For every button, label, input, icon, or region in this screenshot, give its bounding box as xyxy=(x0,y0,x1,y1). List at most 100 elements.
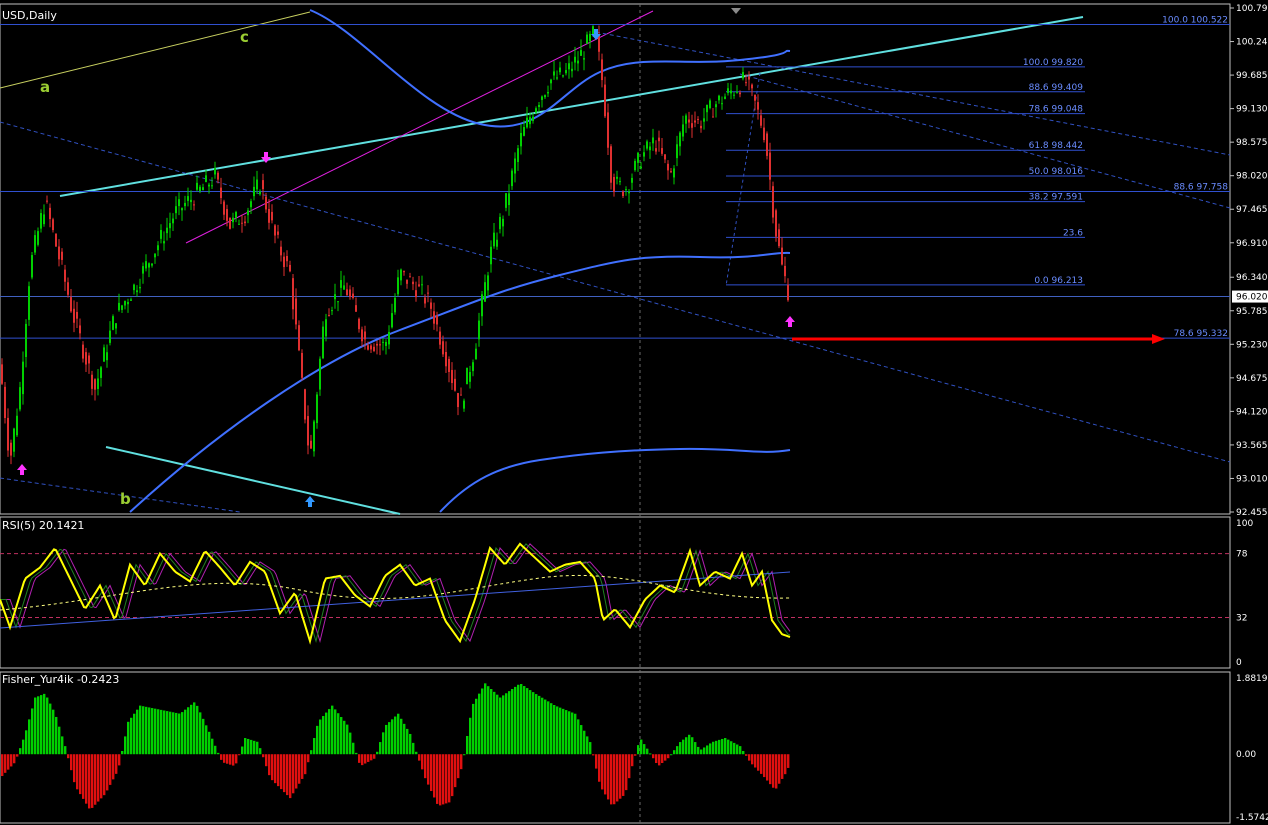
fisher-bar xyxy=(472,703,475,755)
candle-body xyxy=(550,79,552,84)
candle-body xyxy=(586,34,588,44)
candle-body xyxy=(607,112,609,148)
candle-body xyxy=(526,117,528,128)
candle-body xyxy=(574,56,576,63)
candle-body xyxy=(34,235,36,253)
candle-body xyxy=(730,90,732,94)
fisher-bar xyxy=(277,754,280,787)
candle-body xyxy=(475,348,477,360)
candle-body xyxy=(76,311,78,319)
fisher-bar xyxy=(406,728,409,755)
candle-body xyxy=(1,364,3,384)
fisher-bar xyxy=(520,684,523,755)
fisher-bar xyxy=(13,754,16,764)
candle-body xyxy=(448,358,450,372)
fisher-bar xyxy=(46,697,49,755)
candle-body xyxy=(715,104,717,108)
fisher-bar xyxy=(145,706,148,755)
fisher-bar xyxy=(355,752,358,755)
candle-body xyxy=(559,67,561,73)
candle-body xyxy=(613,177,615,192)
candle-body xyxy=(685,115,687,124)
fisher-bar xyxy=(184,709,187,755)
chart-title: USD,Daily xyxy=(2,9,57,22)
fisher-bar xyxy=(97,754,100,802)
fisher-bar xyxy=(658,754,661,766)
candle-body xyxy=(244,221,246,224)
candle-body xyxy=(40,213,42,229)
fisher-bar xyxy=(499,697,502,755)
candle-body xyxy=(94,379,96,390)
fisher-bar xyxy=(571,712,574,755)
candle-body xyxy=(772,186,774,218)
candle-body xyxy=(637,152,639,163)
candle-body xyxy=(277,231,279,235)
chart-canvas[interactable]: 100.0 100.522 100.0 99.820 88.6 99.409 78.6… xyxy=(0,0,1268,825)
fisher-bar xyxy=(28,719,31,755)
candle-body xyxy=(43,214,45,225)
candle-body xyxy=(418,284,420,287)
fisher-bar xyxy=(622,754,625,796)
candle-body xyxy=(397,277,399,295)
candle-body xyxy=(112,316,114,330)
trading-chart-window: 100.0 100.522 100.0 99.820 88.6 99.409 78.6… xyxy=(0,0,1268,825)
fisher-bar xyxy=(22,739,25,755)
candle-body xyxy=(208,184,210,187)
fisher-bar xyxy=(337,713,340,755)
fisher-bar xyxy=(550,703,553,755)
candle-body xyxy=(640,166,642,169)
candle-body xyxy=(142,266,144,274)
fisher-title: Fisher_Yur4ik -0.2423 xyxy=(2,673,119,686)
fisher-bar xyxy=(481,688,484,755)
fisher-bar xyxy=(364,754,367,764)
candle-body xyxy=(127,301,129,305)
fisher-bar xyxy=(247,738,250,755)
candle-body xyxy=(571,68,573,72)
fisher-bar xyxy=(307,754,310,763)
fisher-bar xyxy=(541,697,544,755)
fisher-bar xyxy=(223,754,226,763)
fisher-bar xyxy=(775,754,778,789)
fisher-bar xyxy=(745,754,748,756)
fisher-bar xyxy=(1,754,4,777)
fib-label-7: 23.6 xyxy=(1063,228,1083,238)
candle-body xyxy=(157,245,159,251)
fisher-bar xyxy=(595,754,598,769)
fisher-bar xyxy=(250,739,253,755)
candle-body xyxy=(781,247,783,265)
fisher-bar xyxy=(598,754,601,782)
candle-body xyxy=(169,223,171,229)
candle-body xyxy=(28,286,30,320)
candle-body xyxy=(358,318,360,330)
candle-body xyxy=(286,256,288,262)
candle-body xyxy=(10,442,12,456)
fisher-bar xyxy=(79,754,82,795)
price-tick-label: 99.685 xyxy=(1236,71,1268,81)
fisher-bar xyxy=(286,754,289,796)
fisher-bar xyxy=(352,742,355,755)
candle-body xyxy=(259,191,261,195)
candle-body xyxy=(322,326,324,359)
fisher-bar xyxy=(4,754,7,773)
fisher-bar xyxy=(667,754,670,759)
fisher-bar xyxy=(697,746,700,755)
candle-body xyxy=(37,231,39,245)
fisher-bar xyxy=(394,716,397,755)
fisher-bar xyxy=(736,744,739,755)
fisher-bar xyxy=(115,754,118,774)
fisher-bar xyxy=(175,712,178,755)
fisher-bar xyxy=(94,754,97,805)
candle-body xyxy=(487,275,489,291)
candle-body xyxy=(661,148,663,154)
fisher-bar xyxy=(718,739,721,755)
candle-body xyxy=(364,331,366,340)
fisher-bar xyxy=(451,754,454,797)
fib-label-1: 100.0 99.820 xyxy=(1023,58,1083,68)
fisher-bar xyxy=(556,706,559,755)
price-tick-label: 99.130 xyxy=(1236,105,1268,115)
fib-label-10: 78.6 95.332 xyxy=(1174,329,1228,339)
candle-body xyxy=(175,206,177,214)
fisher-bar xyxy=(514,686,517,755)
candle-body xyxy=(271,211,273,221)
candle-body xyxy=(721,103,723,105)
